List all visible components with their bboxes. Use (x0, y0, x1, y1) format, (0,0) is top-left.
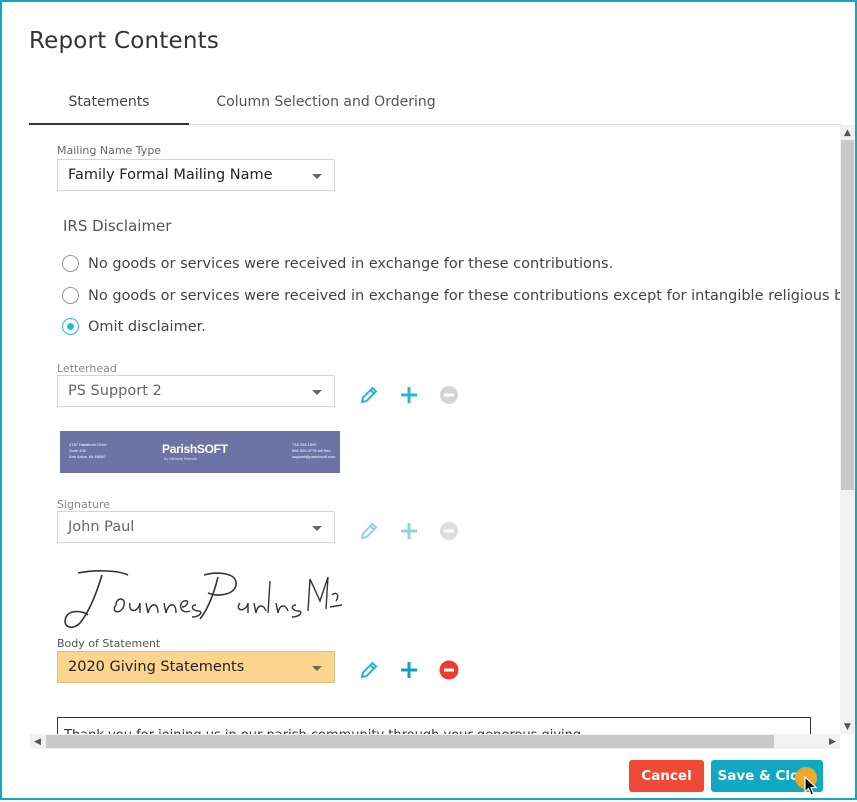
remove-body-button[interactable] (437, 658, 461, 682)
remove-letterhead-button[interactable] (437, 383, 461, 407)
irs-option-label: No goods or services were received in ex… (88, 255, 614, 272)
vertical-scrollbar[interactable]: ▲ ▼ (840, 125, 855, 734)
pencil-icon (360, 661, 378, 679)
statement-body-editor[interactable]: Thank you for joining us in our parish c… (57, 717, 811, 734)
irs-disclaimer-title: IRS Disclaimer (63, 217, 172, 235)
parishsoft-logo: ParishSOFT (162, 442, 228, 456)
remove-signature-button[interactable] (437, 519, 461, 543)
irs-option-label: No goods or services were received in ex… (88, 287, 840, 304)
body-of-statement-label: Body of Statement (57, 637, 161, 650)
letterhead-select[interactable]: PS Support 2 (57, 375, 335, 407)
statements-panel: Mailing Name Type Family Formal Mailing … (30, 125, 840, 734)
horizontal-scrollbar[interactable]: ◀ ▶ (30, 734, 840, 749)
add-letterhead-button[interactable] (397, 383, 421, 407)
plus-icon (401, 523, 417, 539)
minus-circle-icon (439, 660, 459, 680)
irs-option-omit[interactable]: Omit disclaimer. (62, 318, 206, 335)
radio-button[interactable] (62, 255, 79, 272)
edit-letterhead-button[interactable] (357, 383, 381, 407)
radio-button-selected[interactable] (62, 318, 79, 335)
signature-value: John Paul (68, 519, 135, 535)
mailing-name-type-select[interactable]: Family Formal Mailing Name (57, 159, 335, 191)
radio-button[interactable] (62, 287, 79, 304)
chevron-down-icon (312, 526, 322, 531)
letterhead-value: PS Support 2 (68, 383, 162, 399)
letterhead-preview-image: 2787 Hawthorn Drive Suite 100 Ann Arbor,… (60, 431, 340, 473)
irs-option-no-goods[interactable]: No goods or services were received in ex… (62, 255, 613, 272)
signature-select[interactable]: John Paul (57, 511, 335, 543)
horizontal-scroll-thumb[interactable] (46, 735, 774, 748)
letterhead-contact: 734.205.1990 866.929.4778 toll free supp… (292, 442, 336, 459)
body-of-statement-value: 2020 Giving Statements (68, 659, 245, 675)
vertical-scroll-thumb[interactable] (841, 140, 854, 490)
plus-icon (401, 662, 417, 678)
signature-preview-image (58, 565, 343, 635)
chevron-down-icon (312, 390, 322, 395)
tab-statements[interactable]: Statements (29, 80, 189, 125)
letterhead-tagline: by Ministry Brands (164, 456, 197, 461)
irs-option-intangible[interactable]: No goods or services were received in ex… (62, 287, 840, 304)
mouse-pointer-icon (804, 775, 818, 802)
scroll-left-icon[interactable]: ◀ (30, 734, 45, 749)
letterhead-label: Letterhead (57, 362, 117, 375)
body-of-statement-select[interactable]: 2020 Giving Statements (57, 651, 335, 683)
report-contents-dialog: Report Contents Statements Column Select… (0, 0, 857, 800)
signature-label: Signature (57, 498, 111, 511)
plus-icon (401, 387, 417, 403)
tab-column-selection[interactable]: Column Selection and Ordering (201, 80, 451, 123)
minus-circle-icon (440, 522, 458, 540)
scroll-down-icon[interactable]: ▼ (840, 719, 855, 734)
add-signature-button[interactable] (397, 519, 421, 543)
mailing-name-type-value: Family Formal Mailing Name (68, 167, 273, 183)
scroll-up-icon[interactable]: ▲ (840, 125, 855, 140)
cancel-button[interactable]: Cancel (629, 760, 704, 792)
edit-signature-button[interactable] (357, 519, 381, 543)
pencil-icon (360, 386, 378, 404)
dialog-title: Report Contents (29, 28, 220, 54)
letterhead-address: 2787 Hawthorn Drive Suite 100 Ann Arbor,… (69, 442, 107, 459)
add-body-button[interactable] (397, 658, 421, 682)
chevron-down-icon (312, 666, 322, 671)
edit-body-button[interactable] (357, 658, 381, 682)
mailing-name-type-label: Mailing Name Type (57, 144, 162, 157)
tab-bar: Statements Column Selection and Ordering (29, 80, 841, 125)
chevron-down-icon (312, 174, 322, 179)
scroll-right-icon[interactable]: ▶ (825, 734, 840, 749)
pencil-icon (360, 522, 378, 540)
minus-circle-icon (440, 386, 458, 404)
irs-option-label: Omit disclaimer. (88, 318, 206, 335)
